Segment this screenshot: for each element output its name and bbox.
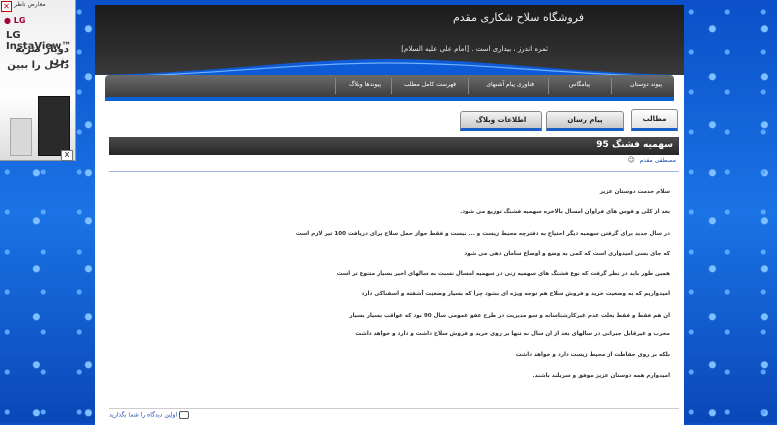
nav-separator: [611, 78, 612, 94]
tab-posts[interactable]: مطالب: [631, 109, 678, 131]
main-nav: پیوند دوستان پیامگاس فناوری پیام آشنهای …: [105, 75, 674, 97]
post-title[interactable]: سهمیه فشنگ 95: [596, 140, 673, 150]
ad-close-button[interactable]: X: [61, 150, 73, 161]
site-slogan: ثمره اندرز ، بیداری است . [امام علی علیه…: [401, 45, 548, 53]
post-author[interactable]: ☺ مصطفی مقدم: [628, 156, 676, 164]
ad-banner[interactable]: ✕ معارض ناظر ● LG LG InstaView™ دوبار ضر…: [0, 0, 76, 161]
post-divider: [109, 171, 679, 172]
author-name[interactable]: مصطفی مقدم: [640, 157, 676, 164]
comment-link-text[interactable]: اولین دیدگاه را شما بگذارید: [109, 412, 177, 419]
footer-divider: [109, 408, 679, 409]
post-line: امیدواریم که به وضعیت خرید و فروش سلاح ه…: [361, 291, 670, 297]
nav-underline: [105, 97, 674, 101]
post-line: بلکه بر روی حفاظت از محیط زیست دارد و خو…: [515, 352, 670, 358]
nav-item-messages[interactable]: پیامگاس: [569, 81, 590, 88]
nav-item-friends-links[interactable]: پیوند دوستان: [630, 81, 662, 88]
ad-line-2: داخل را ببین: [7, 60, 69, 71]
site-header: فروشگاه سلاح شکاری مقدم ثمره اندرز ، بید…: [95, 5, 684, 75]
lg-logo: ● LG: [4, 16, 26, 25]
nav-item-all-posts[interactable]: فهرست کامل مطلب: [404, 81, 456, 88]
ad-label: معارض ناظر: [14, 1, 46, 8]
post-line: ان هم فقط و فقط بعلت عدم غیرکارشناسانه و…: [349, 313, 670, 319]
site-title[interactable]: فروشگاه سلاح شکاری مقدم: [453, 11, 584, 24]
close-icon[interactable]: ✕: [1, 1, 12, 12]
post-line: در سال جدید برای گرفتن سهمیه دیگر احتیاج…: [295, 231, 670, 237]
post-line: که جای بسی امیدواری است که کمی به وضع و …: [464, 251, 670, 257]
content-tabs: مطالب پیام رسان اطلاعات وبلاگ: [95, 109, 684, 131]
header-wave: [95, 59, 684, 75]
tab-blog-info[interactable]: اطلاعات وبلاگ: [460, 111, 542, 131]
ad-fridge-image: [38, 96, 70, 156]
comment-icon: [179, 411, 190, 419]
user-icon: ☺: [627, 156, 635, 164]
nav-separator: [548, 78, 549, 94]
nav-item-blog-links[interactable]: پیوندها وبلاگ: [349, 81, 381, 88]
post-line: همین طور باید در نظر گرفت که نوع فشنگ ها…: [336, 271, 670, 277]
post-line: امیدوارم همه دوستان عزیز موفق و سربلند ب…: [532, 373, 670, 379]
ad-washer-image: [10, 118, 32, 156]
post-line: بعد از کلی و قوس های فراوان امسال بالاخر…: [460, 209, 670, 215]
nav-separator: [468, 78, 469, 94]
post-line: مخرب و غیرقابل جبرانی در سالهای بعد از ا…: [355, 331, 670, 337]
post-line: سلام خدمت دوستان عزیز: [599, 189, 670, 195]
nav-item-tech[interactable]: فناوری پیام آشنهای: [486, 81, 534, 88]
nav-separator: [335, 78, 336, 94]
post-title-bar: سهمیه فشنگ 95: [109, 137, 679, 155]
comment-link[interactable]: اولین دیدگاه را شما بگذارید: [109, 411, 192, 419]
tab-messenger[interactable]: پیام رسان: [546, 111, 624, 131]
nav-separator: [391, 78, 392, 94]
page-container: فروشگاه سلاح شکاری مقدم ثمره اندرز ، بید…: [95, 5, 684, 425]
